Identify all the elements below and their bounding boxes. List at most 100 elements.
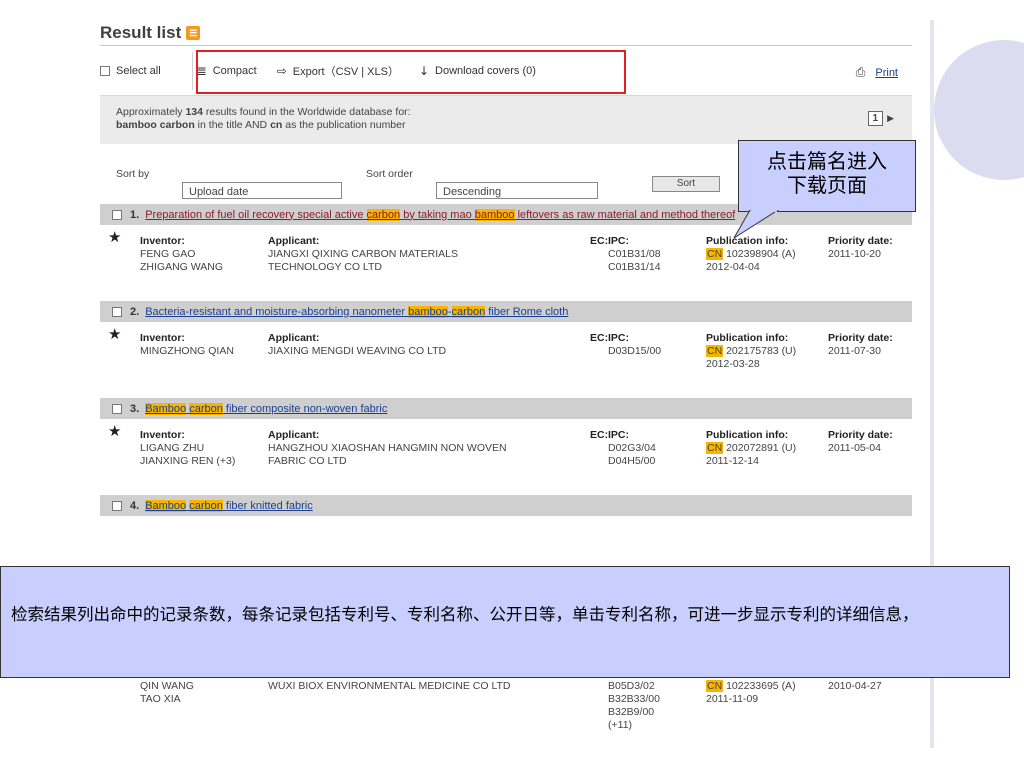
ec-label: EC: <box>590 429 609 441</box>
publication-column: Publication info: CN 202072891 (U) 2011-12… <box>706 429 796 468</box>
title-highlight: carbon <box>451 305 486 318</box>
ipc-label: IPC: <box>608 235 629 247</box>
inventor-name: JIANXING REN (+3) <box>140 455 236 467</box>
country-code-highlight: CN <box>706 345 724 357</box>
publication-number: 102233695 (A) <box>723 680 796 692</box>
title-part: fiber composite non-woven fabric <box>222 402 388 415</box>
sort-order-select[interactable]: Descending <box>436 182 598 199</box>
inventor-column: Inventor: LIGANG ZHU JIANXING REN (+3) <box>140 429 235 468</box>
inventor-name: QIN WANG <box>140 680 194 692</box>
ipc-column: IPC: D02G3/04 D04H5/00 <box>608 429 656 468</box>
title-highlight: carbon <box>366 208 401 221</box>
star-icon[interactable]: ★ <box>108 230 121 245</box>
ipc-label: IPC: <box>608 332 629 344</box>
slide-decoration-circle <box>934 40 1024 180</box>
sort-button[interactable]: Sort <box>652 176 720 192</box>
title-highlight: Bamboo <box>145 402 187 415</box>
country-code-highlight: CN <box>706 248 724 260</box>
ipc-code: C01B31/08 <box>608 248 661 260</box>
print-link[interactable]: Print <box>875 67 898 79</box>
result-checkbox[interactable] <box>112 209 122 220</box>
star-icon[interactable]: ★ <box>108 327 121 342</box>
inventor-label: Inventor: <box>140 235 185 247</box>
sort-by-label: Sort by <box>116 168 150 180</box>
priority-label: Priority date: <box>828 429 893 441</box>
title-highlight: bamboo <box>408 305 448 318</box>
print-button[interactable]: ⎙ Print <box>856 65 898 80</box>
inventor-name: ZHIGANG WANG <box>140 261 224 273</box>
next-page-icon[interactable]: ▶ <box>887 112 894 125</box>
ipc-code: B05D3/02 <box>608 680 655 692</box>
publication-label: Publication info: <box>706 332 789 344</box>
result-title-link[interactable]: Bacteria-resistant and moisture-absorbin… <box>145 305 569 318</box>
ipc-column: IPC: C01B31/08 C01B31/14 <box>608 235 661 274</box>
priority-column: Priority date: 2011-07-30 <box>828 332 893 358</box>
inventor-name: MINGZHONG QIAN <box>140 345 234 357</box>
result-number: 2. <box>130 305 140 318</box>
result-details: ★ Inventor: MINGZHONG QIAN Applicant: JIAX… <box>100 322 912 398</box>
result-details: ★ Inventor: LIGANG ZHU JIANXING REN (+3) A… <box>100 419 912 495</box>
page-number[interactable]: 1 <box>867 111 884 126</box>
inventor-column: Inventor: FENG GAO ZHIGANG WANG <box>140 235 223 274</box>
callout-line: 下载页面 <box>787 173 867 197</box>
title-row: Result list ☰ <box>100 20 912 46</box>
sort-by-select[interactable]: Upload date <box>182 182 342 199</box>
title-highlight: bamboo <box>474 208 515 221</box>
ipc-column: IPC: D03D15/00 <box>608 332 661 358</box>
star-icon[interactable]: ★ <box>108 424 121 439</box>
applicant-column: WUXI BIOX ENVIRONMENTAL MEDICINE CO LTD <box>268 680 511 693</box>
applicant-column: Applicant: JIAXING MENGDI WEAVING CO LTD <box>268 332 446 358</box>
result-checkbox[interactable] <box>112 403 122 414</box>
annotation-red-box <box>196 50 626 94</box>
ec-label: EC: <box>590 332 609 344</box>
publication-column: CN 102233695 (A) 2011-11-09 <box>706 680 796 706</box>
result-checkbox[interactable] <box>112 500 122 511</box>
toolbar: Select all ≣ Compact ⇨ Export（CSV | XLS）… <box>100 46 912 96</box>
result-title-link[interactable]: Bamboo carbon fiber composite non-woven … <box>145 402 388 415</box>
publication-number: 102398904 (A) <box>723 248 796 260</box>
ipc-label: IPC: <box>608 429 629 441</box>
priority-column: Priority date: 2011-05-04 <box>828 429 893 455</box>
title-part: by taking mao <box>400 208 475 221</box>
priority-label: Priority date: <box>828 332 893 344</box>
inventor-column: Inventor: MINGZHONG QIAN <box>140 332 234 358</box>
summary-text: Approximately <box>116 106 186 118</box>
result-checkbox[interactable] <box>112 306 122 317</box>
search-summary: Approximately 134 results found in the W… <box>100 96 912 144</box>
publication-number: 202072891 (U) <box>723 442 797 454</box>
result-title-link[interactable]: Bamboo carbon fiber knitted fabric <box>145 499 313 512</box>
ipc-code: B32B9/00 <box>608 706 655 718</box>
ec-column: EC: <box>590 235 608 248</box>
title-highlight: carbon <box>189 402 223 415</box>
publication-date: 2011-12-14 <box>706 455 759 467</box>
result-number: 3. <box>130 402 140 415</box>
applicant-name: JIANGXI QIXING CARBON MATERIALS <box>268 248 459 260</box>
applicant-label: Applicant: <box>268 235 320 247</box>
ipc-code: C01B31/14 <box>608 261 661 273</box>
ipc-column: B05D3/02 B32B33/00 B32B9/00 (+11) <box>608 680 660 732</box>
select-all[interactable]: Select all <box>100 65 161 77</box>
caption-overlay: 检索结果列出命中的记录条数，每条记录包括专利号、专利名称、公开日等，单击专利名称… <box>0 566 1010 678</box>
applicant-name: WUXI BIOX ENVIRONMENTAL MEDICINE CO LTD <box>268 680 511 692</box>
callout-line: 点击篇名进入 <box>767 149 887 173</box>
pager: 1 ▶ <box>867 111 894 126</box>
result-number: 1. <box>130 208 140 221</box>
result-title-link[interactable]: Preparation of fuel oil recovery special… <box>145 208 735 221</box>
priority-date: 2011-10-20 <box>828 248 881 260</box>
ipc-code: B32B33/00 <box>608 693 660 705</box>
callout-bubble: 点击篇名进入 下载页面 <box>738 140 916 212</box>
applicant-name: TECHNOLOGY CO LTD <box>268 261 382 273</box>
title-part: fiber knitted fabric <box>222 499 313 512</box>
select-all-label: Select all <box>116 64 161 77</box>
title-part: Bacteria-resistant and moisture-absorbin… <box>145 305 409 318</box>
result-page: Result list ☰ Select all ≣ Compact ⇨ Exp… <box>100 20 912 516</box>
query-term: bamboo carbon <box>116 119 195 131</box>
summary-line-2: bamboo carbon in the title AND cn as the… <box>116 119 896 132</box>
title-part: fiber Rome cloth <box>485 305 569 318</box>
result-title-row: 4. Bamboo carbon fiber knitted fabric <box>100 495 912 516</box>
callout-pointer <box>733 210 779 239</box>
select-all-checkbox[interactable] <box>100 65 110 76</box>
result-details: ★ Inventor: FENG GAO ZHIGANG WANG Applican… <box>100 225 912 301</box>
rss-icon[interactable]: ☰ <box>186 25 201 40</box>
country-code-highlight: CN <box>706 680 724 692</box>
